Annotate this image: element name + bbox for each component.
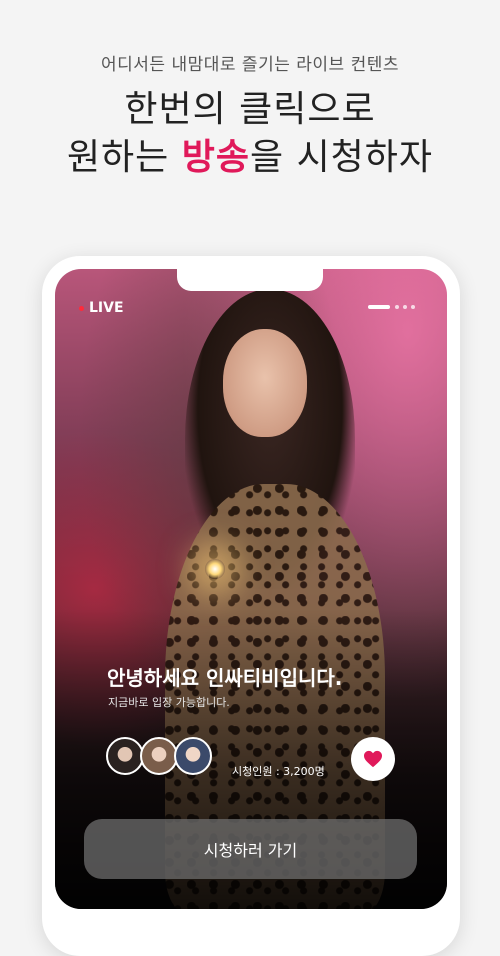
viewer-count: 시청인원 : 3,200명 <box>232 765 325 778</box>
phone-notch <box>177 269 323 291</box>
sparkler-light <box>205 559 225 579</box>
viewer-avatars <box>106 737 212 775</box>
live-dot-icon <box>79 305 84 311</box>
stream-title: 안녕하세요 인싸티비입니다. <box>107 666 343 690</box>
live-stream-preview[interactable] <box>55 269 447 909</box>
live-badge: LIVE <box>79 300 124 316</box>
page-indicator[interactable] <box>368 305 419 309</box>
like-button[interactable] <box>351 737 395 781</box>
page-indicator-dot[interactable] <box>403 305 407 309</box>
headline-accent: 방송 <box>181 137 250 178</box>
page-indicator-dot[interactable] <box>395 305 399 309</box>
headline-line-2: 원하는 방송을 시청하자 <box>0 136 500 180</box>
header-subtitle: 어디서든 내맘대로 즐기는 라이브 컨텐츠 <box>101 55 399 75</box>
avatar <box>106 737 144 775</box>
stream-description: 지금바로 입장 가능합니다. <box>108 696 230 709</box>
streamer-face <box>223 329 307 437</box>
watch-button[interactable]: 시청하러 가기 <box>84 819 417 879</box>
headline-line-2-end: 을 시청하자 <box>250 137 434 178</box>
page-indicator-active[interactable] <box>368 305 390 309</box>
page-indicator-dot[interactable] <box>411 305 415 309</box>
heart-icon <box>364 750 382 768</box>
avatar <box>174 737 212 775</box>
avatar <box>140 737 178 775</box>
live-label: LIVE <box>89 300 124 316</box>
headline-line-2-start: 원하는 <box>66 137 182 178</box>
headline-line-1: 한번의 클릭으로 <box>124 89 376 130</box>
